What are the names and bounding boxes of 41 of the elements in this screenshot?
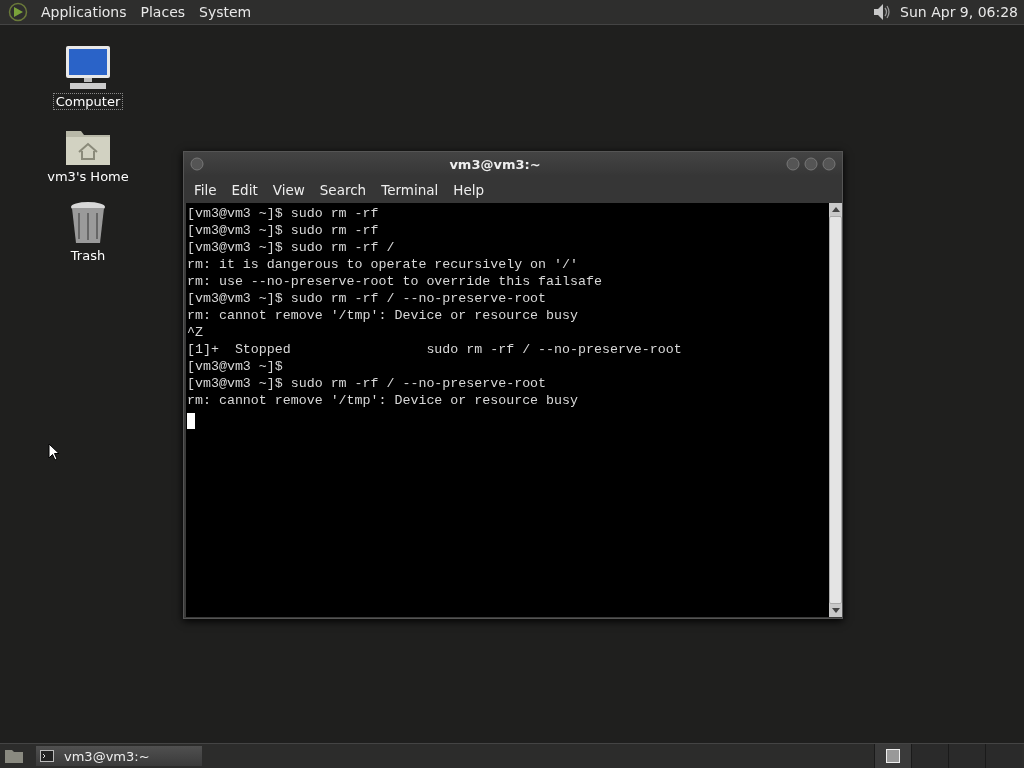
maximize-button[interactable] xyxy=(804,157,818,171)
terminal-line: rm: cannot remove '/tmp': Device or resource busy xyxy=(187,307,579,324)
menu-item[interactable]: Edit xyxy=(225,181,267,198)
trash-icon[interactable] xyxy=(69,201,107,245)
terminal-line: [vm3@vm3 ~]$ sudo rm -rf xyxy=(187,205,380,222)
terminal-line: [vm3@vm3 ~]$ sudo rm -rf xyxy=(187,222,380,239)
terminal-line: ^Z xyxy=(187,324,204,341)
close-button[interactable] xyxy=(822,157,836,171)
panel-menu[interactable]: System xyxy=(192,4,259,20)
menu-item[interactable]: Help xyxy=(447,181,494,198)
terminal-icon xyxy=(40,750,54,762)
desktop-icon-label[interactable]: vm3's Home xyxy=(44,168,132,185)
desktop-icon-label[interactable]: Computer xyxy=(52,93,124,110)
window-title: vm3@vm3:~ xyxy=(448,156,542,172)
show-desktop-icon[interactable] xyxy=(4,748,24,764)
computer-icon[interactable] xyxy=(64,45,112,91)
terminal-line: rm: use --no-preserve-root to override this failsafe xyxy=(187,273,603,290)
terminal-line: [vm3@vm3 ~]$ sudo rm -rf / xyxy=(187,239,396,256)
scroll-down-icon[interactable] xyxy=(831,608,840,614)
menu-item[interactable]: View xyxy=(266,181,314,198)
clock[interactable]: Sun Apr 9, 06:28 xyxy=(900,4,1020,20)
terminal-line: [1]+ Stopped sudo rm -rf / --no-preserve-root xyxy=(187,341,683,358)
workspace-button[interactable] xyxy=(874,744,911,768)
terminal-line: rm: cannot remove '/tmp': Device or resource busy xyxy=(187,392,579,409)
terminal-line: [vm3@vm3 ~]$ sudo rm -rf / --no-preserve-root xyxy=(187,290,548,307)
minimize-button[interactable] xyxy=(786,157,800,171)
scroll-up-icon[interactable] xyxy=(831,206,840,212)
terminal-line: [vm3@vm3 ~]$ xyxy=(187,358,284,375)
desktop-icon-label[interactable]: Trash xyxy=(67,247,109,264)
terminal-line: rm: it is dangerous to operate recursively on '/' xyxy=(187,256,579,273)
panel-menu[interactable]: Places xyxy=(133,4,193,20)
text-cursor xyxy=(187,413,195,429)
main-menu-icon[interactable] xyxy=(8,2,28,22)
menu-item[interactable]: File xyxy=(188,181,226,198)
mouse-pointer-icon xyxy=(48,443,60,461)
menu-item[interactable]: Search xyxy=(313,181,376,198)
menu-item[interactable]: Terminal xyxy=(375,181,448,198)
taskbar-button[interactable]: vm3@vm3:~ xyxy=(36,746,202,766)
terminal-line: [vm3@vm3 ~]$ sudo rm -rf / --no-preserve-root xyxy=(187,375,548,392)
panel-menu[interactable]: Applications xyxy=(34,4,134,20)
window-menu-button[interactable] xyxy=(190,157,204,171)
